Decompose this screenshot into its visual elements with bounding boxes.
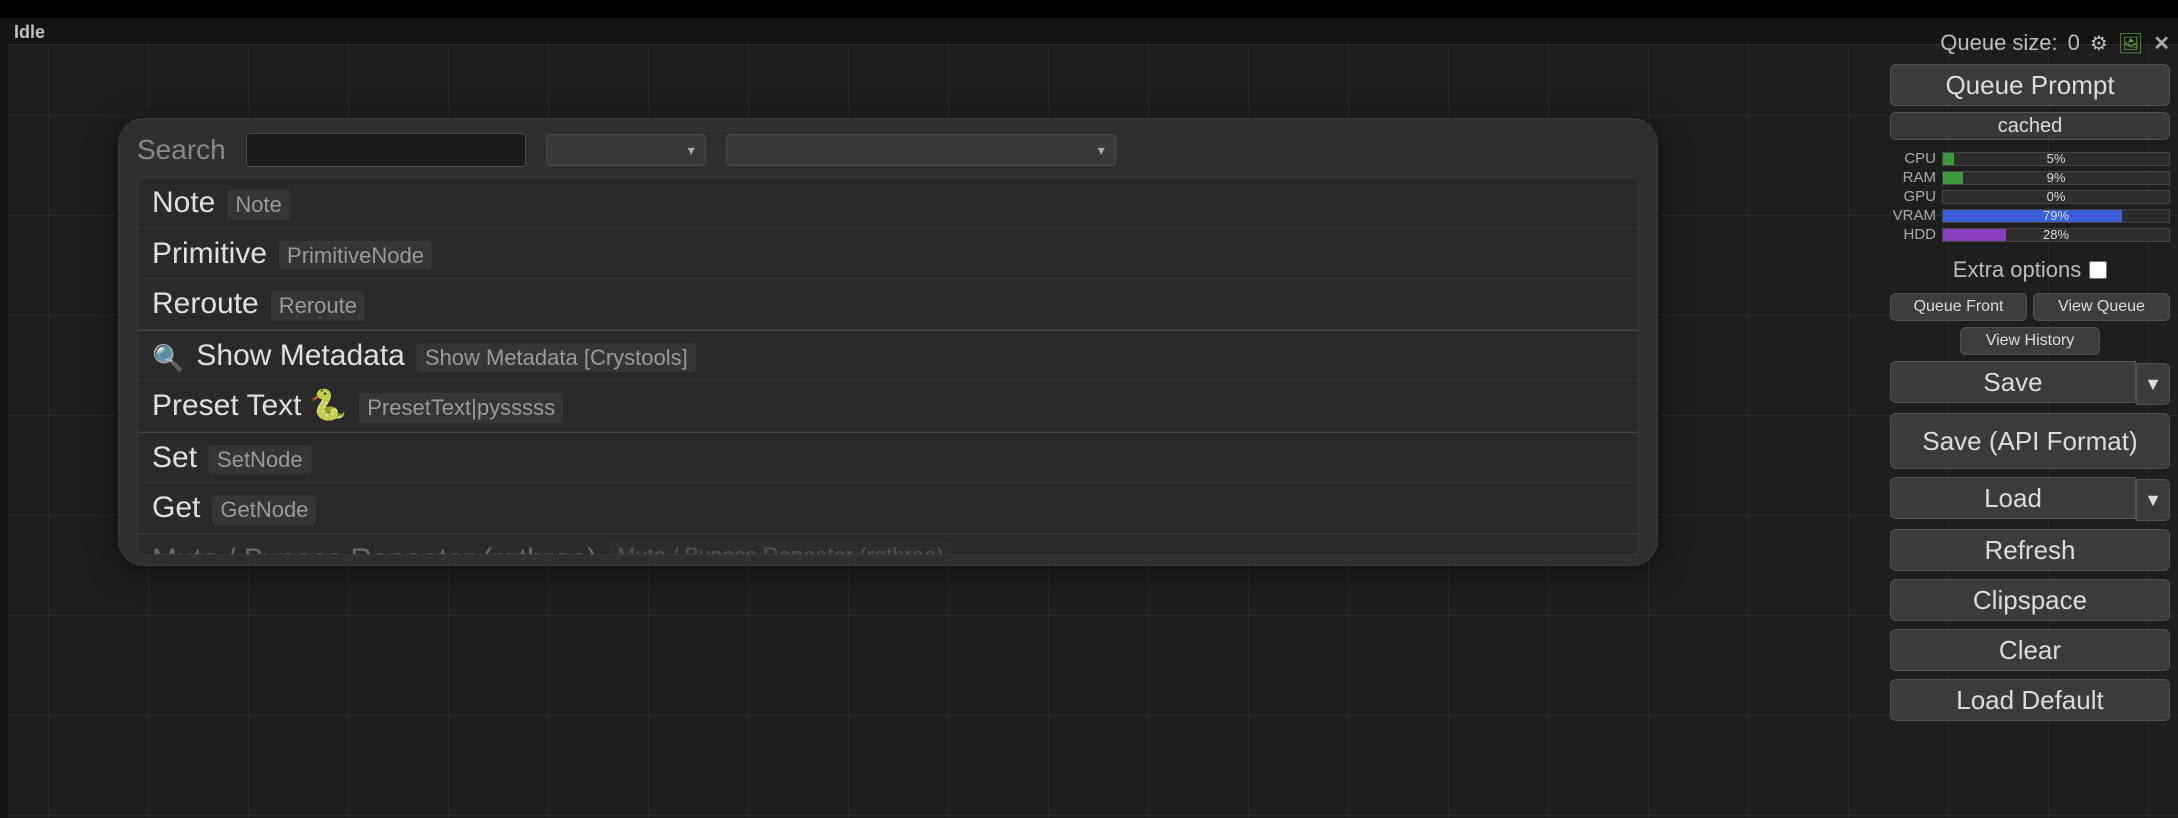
meter-value: 9% <box>1943 172 2169 184</box>
queue-size-label: Queue size: <box>1940 30 2057 56</box>
load-default-button[interactable]: Load Default <box>1890 679 2170 721</box>
search-label: Search <box>137 134 226 166</box>
queue-size-row: Queue size: 0 ⚙ 🖼 ✕ <box>1890 30 2170 56</box>
meter-label: RAM <box>1890 169 1942 186</box>
save-api-button[interactable]: Save (API Format) <box>1890 413 2170 469</box>
meter-value: 0% <box>1943 191 2169 203</box>
search-result-row[interactable]: Reroute Reroute <box>138 279 1638 330</box>
result-name: Get <box>152 489 200 527</box>
resource-meters: CPU5%RAM9%GPU0%VRAM79%HDD28% <box>1890 150 2170 243</box>
meter-row-gpu: GPU0% <box>1890 188 2170 205</box>
meter-row-ram: RAM9% <box>1890 169 2170 186</box>
close-icon[interactable]: ✕ <box>2153 31 2170 56</box>
queue-prompt-button[interactable]: Queue Prompt <box>1890 64 2170 106</box>
result-icon: 🔍 <box>152 342 184 375</box>
search-result-row[interactable]: Set SetNode <box>138 432 1638 484</box>
result-name: Preset Text 🐍 <box>152 387 347 425</box>
filter-select-1[interactable]: ▾ <box>546 134 706 166</box>
search-result-row[interactable]: Primitive PrimitiveNode <box>138 229 1638 280</box>
cached-tag: cached <box>1890 112 2170 140</box>
node-search-popup: Search ▾ ▾ Note Note Primitive PrimitiveNod… <box>118 118 1658 566</box>
queue-front-button[interactable]: Queue Front <box>1890 293 2027 321</box>
meter-row-cpu: CPU5% <box>1890 150 2170 167</box>
result-tag: Mute / Bypass Repeater (rgthree) <box>609 541 951 554</box>
meter-label: VRAM <box>1890 207 1942 224</box>
result-tag: PresetText|pysssss <box>359 393 563 423</box>
search-result-row[interactable]: Mute / Bypass Repeater (rgthree) Mute / B… <box>138 534 1638 554</box>
meter-value: 79% <box>1943 210 2169 222</box>
save-dropdown-button[interactable]: ▼ <box>2136 363 2170 405</box>
result-tag: SetNode <box>209 445 311 475</box>
refresh-button[interactable]: Refresh <box>1890 529 2170 571</box>
meter-value: 28% <box>1943 229 2169 241</box>
result-name: Note <box>152 184 215 222</box>
meter-label: HDD <box>1890 226 1942 243</box>
load-dropdown-button[interactable]: ▼ <box>2136 479 2170 521</box>
extra-options-checkbox[interactable] <box>2089 261 2107 279</box>
result-name: Reroute <box>152 285 259 323</box>
meter-row-hdd: HDD28% <box>1890 226 2170 243</box>
search-results: NoteNotePrimitivePrimitiveNodeRerouteRer… <box>137 177 1639 555</box>
meter-row-vram: VRAM79% <box>1890 207 2170 224</box>
meter-bar: 9% <box>1942 171 2170 185</box>
meter-bar: 28% <box>1942 228 2170 242</box>
meter-label: CPU <box>1890 150 1942 167</box>
search-result-row[interactable]: Note Note <box>138 178 1638 229</box>
status-text: Idle <box>14 22 45 43</box>
search-result-row[interactable]: Get GetNode <box>138 483 1638 534</box>
meter-bar: 5% <box>1942 152 2170 166</box>
result-name: Mute / Bypass Repeater (rgthree) <box>152 541 597 554</box>
view-queue-button[interactable]: View Queue <box>2033 293 2170 321</box>
result-tag: PrimitiveNode <box>279 241 432 271</box>
queue-size-value: 0 <box>2068 30 2080 56</box>
search-input[interactable] <box>246 133 526 167</box>
chevron-down-icon: ▾ <box>688 142 695 159</box>
chevron-down-icon: ▾ <box>1098 142 1105 159</box>
view-history-button[interactable]: View History <box>1960 327 2100 355</box>
meter-bar: 79% <box>1942 209 2170 223</box>
clipspace-button[interactable]: Clipspace <box>1890 579 2170 621</box>
result-tag: Note <box>227 190 289 220</box>
result-name: Set <box>152 439 197 477</box>
search-result-row[interactable]: Preset Text 🐍 PresetText|pysssss <box>138 381 1638 432</box>
gear-icon[interactable]: ⚙ <box>2090 31 2108 56</box>
load-button[interactable]: Load <box>1890 477 2136 519</box>
save-button[interactable]: Save <box>1890 361 2136 403</box>
search-result-row[interactable]: 🔍 Show Metadata Show Metadata [Crystools] <box>138 330 1638 382</box>
result-tag: Reroute <box>271 291 365 321</box>
filter-select-2[interactable]: ▾ <box>726 134 1116 166</box>
extra-options-label: Extra options <box>1953 257 2081 283</box>
result-name: Primitive <box>152 235 267 273</box>
window-top-bar <box>0 0 2178 18</box>
result-tag: GetNode <box>212 495 316 525</box>
meter-label: GPU <box>1890 188 1942 205</box>
clear-button[interactable]: Clear <box>1890 629 2170 671</box>
meter-bar: 0% <box>1942 190 2170 204</box>
control-panel: Queue size: 0 ⚙ 🖼 ✕ Queue Prompt cached … <box>1890 30 2170 721</box>
image-icon[interactable]: 🖼 <box>2118 31 2143 56</box>
result-tag: Show Metadata [Crystools] <box>417 343 696 373</box>
result-name: Show Metadata <box>196 337 404 375</box>
meter-value: 5% <box>1943 153 2169 165</box>
